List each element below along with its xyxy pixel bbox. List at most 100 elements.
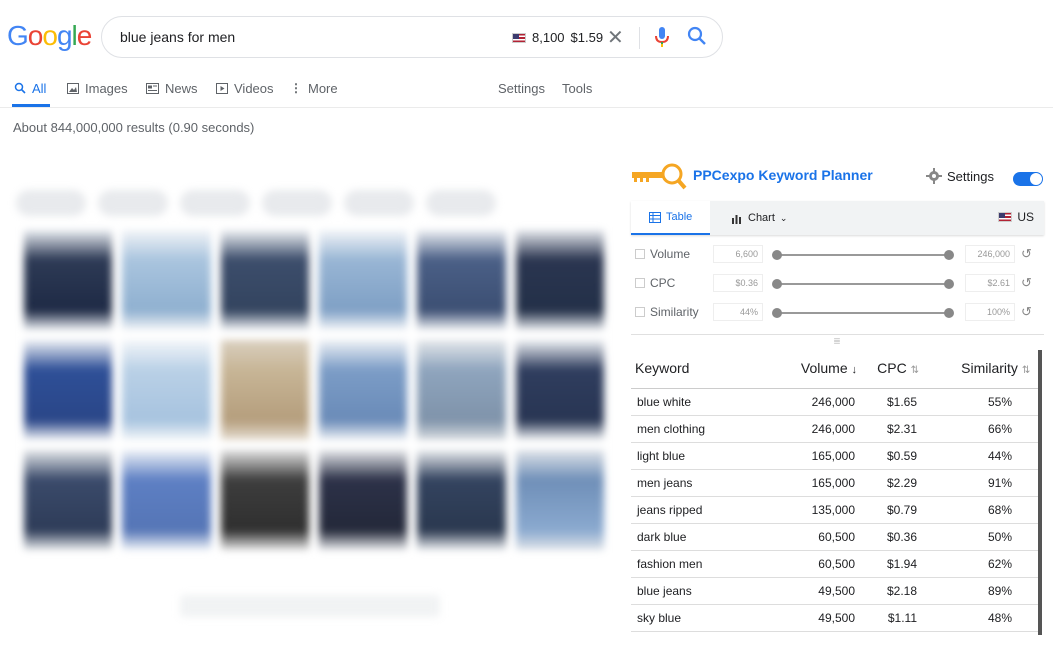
reset-icon[interactable]: ↺	[1021, 275, 1032, 291]
tab-tools[interactable]: Tools	[562, 80, 592, 96]
keyword-table-body: blue white 246,000 $1.65 55% men clothing 246…	[631, 388, 1042, 632]
extension-title: PPCexpo Keyword Planner	[693, 167, 873, 183]
keyword-table: Keyword Volume ↓ CPC ⇅ Similarity ⇅ blue…	[631, 348, 1042, 632]
tools-link[interactable]: Tools	[562, 81, 592, 96]
cpc-cell: $0.36	[861, 523, 923, 551]
search-input[interactable]: blue jeans for men	[120, 29, 235, 45]
filter-label: CPC	[650, 276, 676, 290]
similarity-cell: 48%	[923, 604, 1042, 632]
table-row[interactable]: men jeans 165,000 $2.29 91%	[631, 469, 1042, 497]
image-thumbnail[interactable]	[515, 340, 604, 440]
filter-min-input[interactable]: 44%	[713, 303, 763, 321]
clear-icon[interactable]: ✕	[607, 25, 624, 50]
image-thumbnail[interactable]	[122, 340, 211, 440]
sort-icon: ⇅	[1021, 364, 1031, 376]
filter-checkbox[interactable]	[635, 278, 645, 288]
tab-table[interactable]: Table	[631, 201, 711, 235]
tab-news[interactable]: News	[146, 80, 198, 96]
image-thumbnail[interactable]	[515, 450, 604, 550]
search-box[interactable]: blue jeans for men 8,100 $1.59 ✕	[101, 16, 723, 58]
tab-settings[interactable]: Settings	[498, 80, 545, 96]
filter-checkbox[interactable]	[635, 249, 645, 259]
filter-checkbox[interactable]	[635, 307, 645, 317]
tab-label: More	[308, 80, 338, 96]
tab-all[interactable]: All	[14, 80, 46, 96]
reset-icon[interactable]: ↺	[1021, 246, 1032, 262]
image-thumbnail[interactable]	[24, 230, 113, 330]
image-thumbnail[interactable]	[122, 230, 211, 330]
volume-cell: 135,000	[781, 496, 861, 524]
table-scrollbar[interactable]	[1038, 350, 1042, 635]
column-header-keyword[interactable]: Keyword	[631, 348, 781, 389]
blurred-images-section	[10, 145, 610, 625]
slider-min-handle[interactable]	[772, 279, 782, 289]
image-chip[interactable]	[98, 190, 168, 216]
filter-max-input[interactable]: 246,000	[965, 245, 1015, 263]
table-row[interactable]: men clothing 246,000 $2.31 66%	[631, 415, 1042, 443]
search-cpc-value: $1.59	[570, 30, 604, 45]
range-slider[interactable]	[772, 279, 954, 289]
tab-videos[interactable]: Videos	[216, 80, 274, 96]
reset-icon[interactable]: ↺	[1021, 304, 1032, 320]
slider-min-handle[interactable]	[772, 308, 782, 318]
column-header-similarity[interactable]: Similarity ⇅	[923, 348, 1042, 389]
tab-images[interactable]: Images	[67, 80, 128, 96]
image-thumbnail[interactable]	[122, 450, 211, 550]
table-row[interactable]: dark blue 60,500 $0.36 50%	[631, 523, 1042, 551]
filter-min-input[interactable]: 6,600	[713, 245, 763, 263]
settings-link[interactable]: Settings	[498, 81, 545, 96]
image-thumbnail[interactable]	[24, 450, 113, 550]
column-header-volume[interactable]: Volume ↓	[781, 348, 861, 389]
search-icon[interactable]	[687, 26, 707, 51]
image-thumbnail[interactable]	[515, 230, 604, 330]
extension-settings-button[interactable]: Settings	[926, 168, 994, 184]
image-thumbnail[interactable]	[220, 230, 309, 330]
slider-max-handle[interactable]	[944, 279, 954, 289]
table-row[interactable]: blue white 246,000 $1.65 55%	[631, 388, 1042, 416]
image-thumbnail[interactable]	[417, 340, 506, 440]
tab-more[interactable]: ⋮ More	[290, 80, 338, 96]
filter-max-input[interactable]: 100%	[965, 303, 1015, 321]
image-chip[interactable]	[426, 190, 496, 216]
image-thumbnail[interactable]	[319, 230, 408, 330]
slider-max-handle[interactable]	[944, 250, 954, 260]
tab-chart[interactable]: Chart ⌄	[713, 201, 805, 235]
table-row[interactable]: light blue 165,000 $0.59 44%	[631, 442, 1042, 470]
range-slider[interactable]	[772, 250, 954, 260]
sort-icon: ⇅	[910, 364, 919, 376]
cpc-cell: $0.59	[861, 442, 923, 470]
image-thumbnail[interactable]	[417, 450, 506, 550]
cpc-cell: $1.65	[861, 388, 923, 416]
extension-toggle[interactable]	[1013, 172, 1043, 186]
image-chip[interactable]	[16, 190, 86, 216]
country-selector[interactable]: US	[998, 210, 1034, 224]
table-row[interactable]: fashion men 60,500 $1.94 62%	[631, 550, 1042, 578]
similarity-cell: 55%	[923, 388, 1042, 416]
slider-max-handle[interactable]	[944, 308, 954, 318]
image-thumbnail[interactable]	[319, 340, 408, 440]
image-thumbnail[interactable]	[417, 230, 506, 330]
table-row[interactable]: blue jeans 49,500 $2.18 89%	[631, 577, 1042, 605]
filter-max-input[interactable]: $2.61	[965, 274, 1015, 292]
image-chip[interactable]	[180, 190, 250, 216]
image-thumbnail[interactable]	[220, 450, 309, 550]
column-label: CPC	[877, 359, 907, 376]
table-row[interactable]: sky blue 49,500 $1.11 48%	[631, 604, 1042, 632]
cpc-cell: $2.31	[861, 415, 923, 443]
column-header-cpc[interactable]: CPC ⇅	[861, 348, 923, 389]
slider-min-handle[interactable]	[772, 250, 782, 260]
volume-cell: 60,500	[781, 523, 861, 551]
image-thumbnail[interactable]	[319, 450, 408, 550]
resize-handle-icon[interactable]: ═ ═	[831, 336, 843, 347]
table-row[interactable]: jeans ripped 135,000 $0.79 68%	[631, 496, 1042, 524]
tab-label: Videos	[234, 80, 274, 96]
filter-min-input[interactable]: $0.36	[713, 274, 763, 292]
image-thumbnail[interactable]	[24, 340, 113, 440]
image-chip[interactable]	[344, 190, 414, 216]
image-thumbnail[interactable]	[220, 340, 309, 440]
google-logo[interactable]: Google	[7, 20, 92, 52]
range-slider[interactable]	[772, 308, 954, 318]
view-all-bar[interactable]	[180, 595, 440, 617]
image-chip[interactable]	[262, 190, 332, 216]
microphone-icon[interactable]	[654, 26, 670, 53]
